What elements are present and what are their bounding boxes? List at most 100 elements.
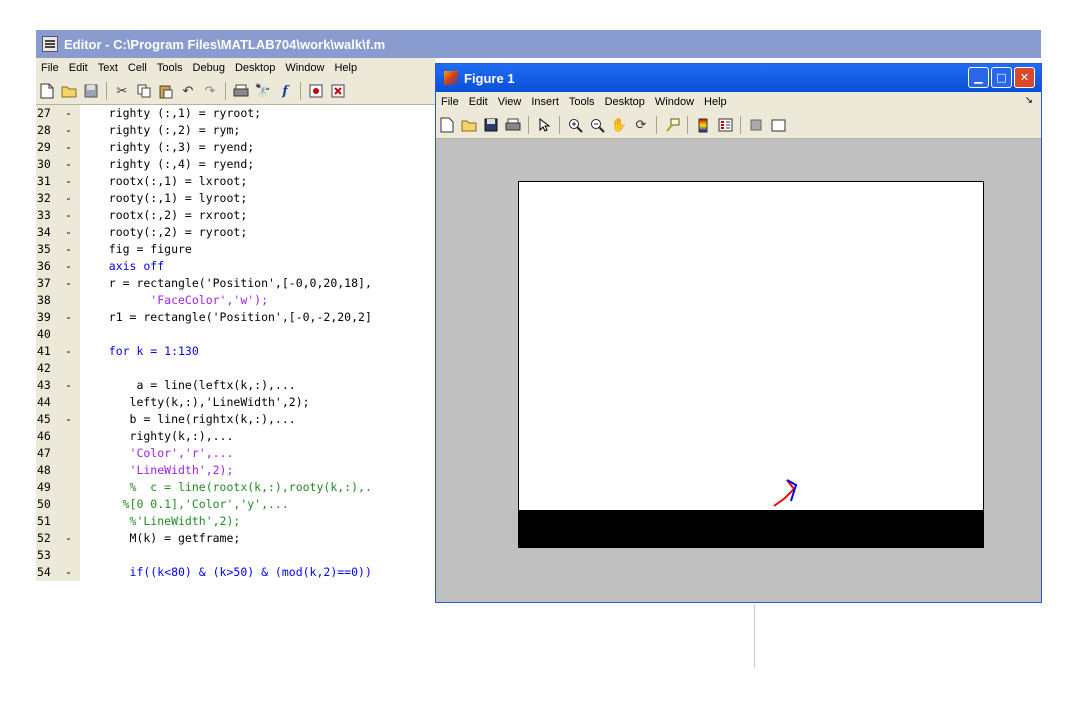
dock-arrow-icon[interactable]: ↘ (1025, 95, 1033, 106)
cut-icon[interactable]: ✂ (113, 82, 131, 100)
line-number: 50 (37, 497, 51, 511)
editor-menu-help[interactable]: Help (329, 62, 362, 74)
show-plot-tools-icon[interactable] (769, 116, 787, 134)
editor-menu-window[interactable]: Window (280, 62, 329, 74)
copy-icon[interactable] (135, 82, 153, 100)
figure-menu-tools[interactable]: Tools (564, 96, 600, 108)
breakpoint-dash[interactable]: - (65, 343, 72, 360)
save-icon[interactable] (82, 82, 100, 100)
editor-menu-file[interactable]: File (36, 62, 64, 74)
zoom-out-icon[interactable] (588, 116, 606, 134)
editor-toolbar: ✂ ↶ ↷ 🔭 f (36, 78, 436, 105)
editor-menu-tools[interactable]: Tools (152, 62, 188, 74)
code-text: 'FaceColor','w'); (88, 293, 269, 307)
paste-icon[interactable] (157, 82, 175, 100)
maximize-button[interactable]: □ (991, 67, 1012, 88)
editor-title-bar[interactable]: Editor - C:\Program Files\MATLAB704\work… (36, 30, 1041, 58)
breakpoint-dash[interactable]: - (65, 275, 72, 292)
find-icon[interactable]: 🔭 (254, 82, 272, 100)
line-number: 39 (37, 310, 51, 324)
code-text: %[0 0.1],'Color','y',... (88, 497, 289, 511)
line-number: 51 (37, 514, 51, 528)
editor-menu-bar: File Edit Text Cell Tools Debug Desktop … (36, 58, 436, 78)
breakpoint-dash[interactable]: - (65, 190, 72, 207)
breakpoint-dash[interactable]: - (65, 156, 72, 173)
code-text: 'LineWidth',2); (88, 463, 234, 477)
function-icon[interactable]: f (276, 82, 294, 100)
line-number: 36 (37, 259, 51, 273)
line-number: 34 (37, 225, 51, 239)
pan-hand-icon[interactable]: ✋ (610, 116, 628, 134)
breakpoint-dash[interactable]: - (65, 105, 72, 122)
right-leg-line (773, 479, 796, 507)
toolbar-separator (528, 116, 529, 134)
code-text: fig = figure (88, 242, 192, 256)
toolbar-separator (687, 116, 688, 134)
line-number: 37 (37, 276, 51, 290)
toolbar-separator (106, 82, 107, 100)
figure-menu-window[interactable]: Window (650, 96, 699, 108)
toolbar-separator (656, 116, 657, 134)
code-text: rootx(:,1) = lxroot; (88, 174, 248, 188)
zoom-in-icon[interactable] (566, 116, 584, 134)
breakpoint-dash[interactable]: - (65, 241, 72, 258)
editor-column-divider (754, 605, 755, 668)
code-text: M(k) = getframe; (88, 531, 241, 545)
editor-menu-debug[interactable]: Debug (188, 62, 230, 74)
editor-menu-edit[interactable]: Edit (64, 62, 93, 74)
redo-icon[interactable]: ↷ (201, 82, 219, 100)
breakpoint-dash[interactable]: - (65, 377, 72, 394)
breakpoint-clear-icon[interactable] (329, 82, 347, 100)
breakpoint-dash[interactable]: - (65, 309, 72, 326)
new-figure-icon[interactable] (438, 116, 456, 134)
open-folder-icon[interactable] (60, 82, 78, 100)
open-icon[interactable] (460, 116, 478, 134)
matlab-logo-icon (444, 71, 458, 85)
editor-menu-text[interactable]: Text (93, 62, 123, 74)
toolbar-separator (559, 116, 560, 134)
breakpoint-dash[interactable]: - (65, 139, 72, 156)
figure-menu-file[interactable]: File (436, 96, 464, 108)
code-text: righty (:,1) = ryroot; (88, 106, 262, 120)
breakpoint-dash[interactable]: - (65, 173, 72, 190)
close-button[interactable]: ✕ (1014, 67, 1035, 88)
hide-plot-tools-icon[interactable] (747, 116, 765, 134)
figure-canvas[interactable] (436, 139, 1041, 602)
minimize-button[interactable]: ▁ (968, 67, 989, 88)
breakpoint-set-icon[interactable] (307, 82, 325, 100)
print-icon[interactable] (504, 116, 522, 134)
line-number: 53 (37, 548, 51, 562)
editor-menu-cell[interactable]: Cell (123, 62, 152, 74)
figure-menu-insert[interactable]: Insert (526, 96, 564, 108)
breakpoint-dash[interactable]: - (65, 122, 72, 139)
code-text: rootx(:,2) = rxroot; (88, 208, 248, 222)
code-text: 'Color','r',... (88, 446, 234, 460)
figure-menu-view[interactable]: View (493, 96, 527, 108)
line-number: 38 (37, 293, 51, 307)
new-file-icon[interactable] (38, 82, 56, 100)
breakpoint-dash[interactable]: - (65, 530, 72, 547)
code-text: righty (:,2) = rym; (88, 123, 241, 137)
walker-figure (773, 479, 798, 507)
breakpoint-dash[interactable]: - (65, 564, 72, 581)
breakpoint-dash[interactable]: - (65, 258, 72, 275)
save-icon[interactable] (482, 116, 500, 134)
breakpoint-dash[interactable]: - (65, 411, 72, 428)
legend-icon[interactable] (716, 116, 734, 134)
rotate-3d-icon[interactable]: ⟳ (632, 116, 650, 134)
figure-menu-desktop[interactable]: Desktop (600, 96, 650, 108)
plot-rectangle (518, 181, 984, 548)
breakpoint-dash[interactable]: - (65, 207, 72, 224)
undo-icon[interactable]: ↶ (179, 82, 197, 100)
code-text: b = line(rightx(k,:),... (88, 412, 296, 426)
print-icon[interactable] (232, 82, 250, 100)
figure-menu-edit[interactable]: Edit (464, 96, 493, 108)
editor-title: Editor - C:\Program Files\MATLAB704\work… (64, 36, 386, 52)
colorbar-icon[interactable] (694, 116, 712, 134)
data-cursor-icon[interactable] (663, 116, 681, 134)
edit-plot-arrow-icon[interactable] (535, 116, 553, 134)
figure-menu-help[interactable]: Help (699, 96, 732, 108)
editor-menu-desktop[interactable]: Desktop (230, 62, 280, 74)
breakpoint-dash[interactable]: - (65, 224, 72, 241)
figure-title-bar[interactable]: Figure 1 ▁ □ ✕ (436, 64, 1041, 92)
